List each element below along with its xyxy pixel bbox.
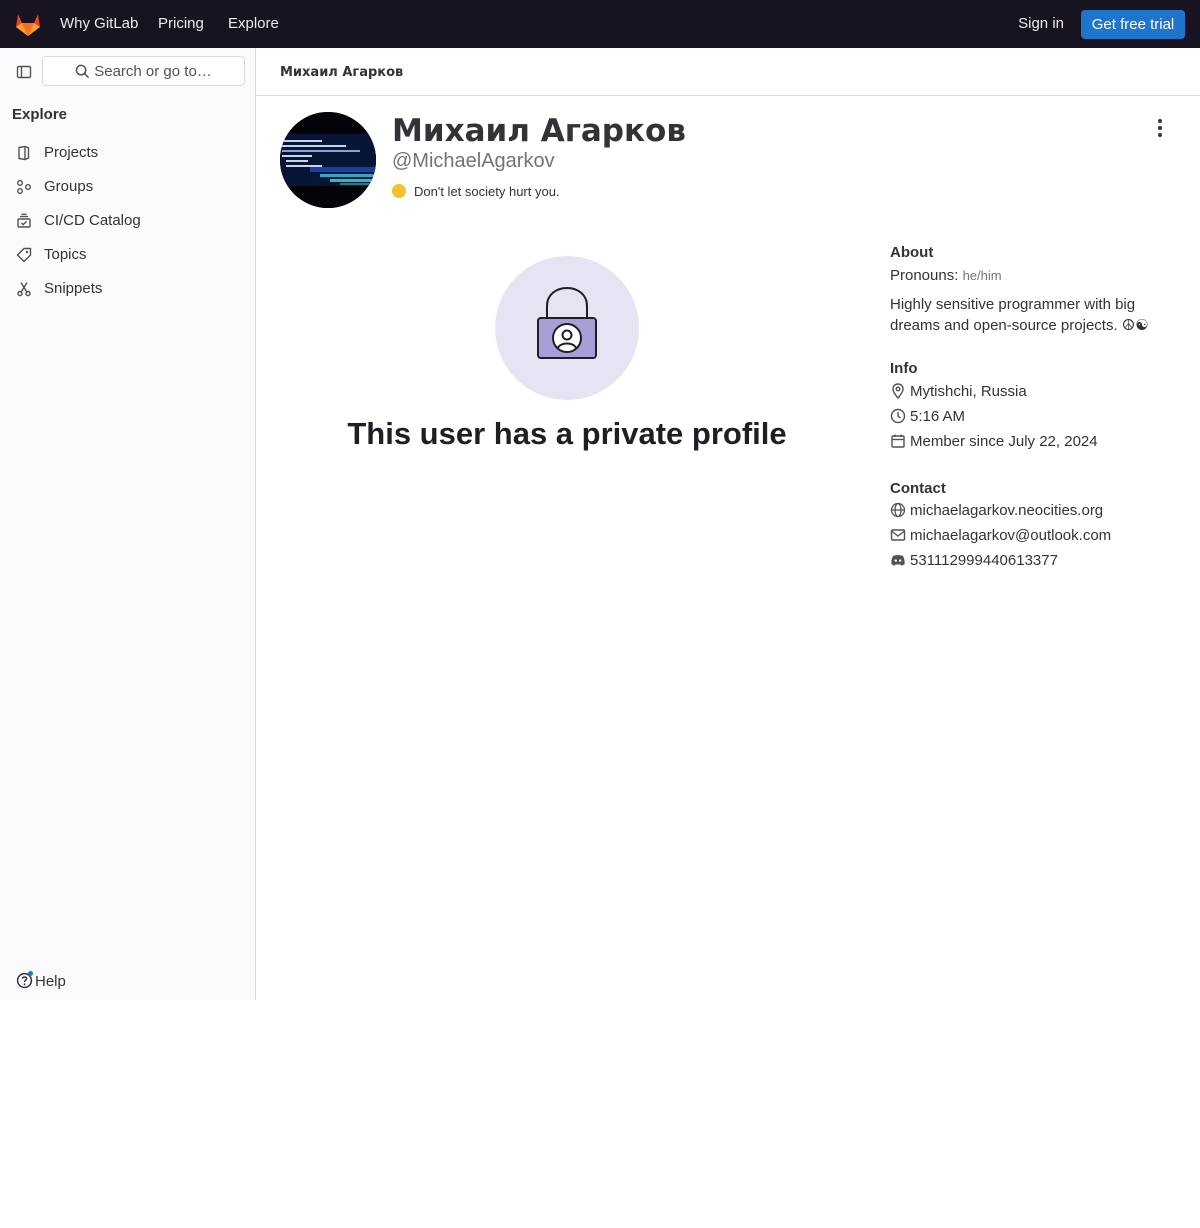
- search-button[interactable]: Search or go to…: [42, 56, 245, 86]
- nav-why-gitlab[interactable]: Why GitLab: [60, 15, 138, 33]
- member-since-text: Member since July 22, 2024: [910, 433, 1098, 450]
- sidebar-item-label: Snippets: [44, 280, 103, 297]
- pronouns-label: Pronouns:: [890, 267, 959, 284]
- discord-row[interactable]: 531112999440613377: [890, 551, 1058, 571]
- bio: Highly sensitive programmer with big dre…: [890, 296, 1149, 334]
- avatar-image: [280, 112, 376, 208]
- private-profile-message: This user has a private profile: [347, 416, 787, 451]
- profile-name: Михаил Агарков: [392, 113, 686, 149]
- info-heading: Info: [890, 360, 918, 377]
- sidebar: Search or go to… Explore Projects Groups…: [0, 48, 256, 1000]
- snippet-icon: [17, 282, 31, 297]
- get-free-trial-button[interactable]: Get free trial: [1081, 10, 1185, 39]
- calendar-icon: [891, 434, 905, 448]
- nav-pricing[interactable]: Pricing: [158, 15, 204, 33]
- catalog-icon: [17, 213, 31, 228]
- local-time-text: 5:16 AM: [910, 408, 966, 425]
- breadcrumb-bar: Михаил Агарков: [256, 48, 1200, 96]
- sidebar-item-label: Projects: [44, 144, 99, 161]
- avatar: [280, 112, 376, 208]
- location-icon: [892, 383, 904, 400]
- sidebar-section-title: Explore: [12, 106, 68, 123]
- about-heading: About: [890, 244, 934, 261]
- pronouns-row: Pronouns: he/him: [890, 266, 1002, 286]
- lock-icon: [537, 287, 597, 359]
- sidebar-item-label: CI/CD Catalog: [44, 212, 141, 229]
- top-navigation-bar: Why GitLab Pricing Explore Sign in Get f…: [0, 0, 1200, 48]
- hugging-face-emoji-icon: [392, 184, 406, 198]
- email-link[interactable]: michaelagarkov@outlook.com: [910, 527, 1111, 544]
- sidebar-item-label: Topics: [44, 246, 87, 263]
- local-time-row: 5:16 AM: [890, 407, 965, 427]
- user-status: Don't let society hurt you.: [392, 184, 560, 199]
- discord-icon: [891, 555, 905, 566]
- profile-username: @MichaelAgarkov: [392, 150, 555, 172]
- sidebar-toggle-icon[interactable]: [16, 64, 32, 80]
- about-section: About: [890, 244, 1170, 261]
- mail-icon: [890, 529, 906, 541]
- sidebar-item-label: Groups: [44, 178, 94, 195]
- info-section: Info: [890, 360, 1170, 377]
- private-profile-illustration: [495, 256, 639, 400]
- project-icon: [18, 145, 30, 161]
- location-row: Mytishchi, Russia: [890, 382, 1027, 402]
- group-icon: [17, 180, 31, 194]
- pronouns-value: he/him: [962, 268, 1002, 283]
- clock-icon: [890, 408, 906, 424]
- globe-icon: [890, 502, 906, 518]
- website-row[interactable]: michaelagarkov.neocities.org: [890, 501, 1103, 521]
- label-icon: [16, 247, 32, 263]
- gitlab-logo-icon[interactable]: [14, 11, 42, 37]
- nav-explore[interactable]: Explore: [228, 15, 279, 33]
- contact-section: Contact: [890, 480, 1170, 497]
- website-link[interactable]: michaelagarkov.neocities.org: [910, 502, 1103, 519]
- location-text: Mytishchi, Russia: [910, 383, 1027, 400]
- help-button[interactable]: Help: [16, 971, 66, 991]
- help-label: Help: [35, 973, 66, 990]
- more-actions-icon[interactable]: [1151, 118, 1169, 138]
- search-icon: [75, 64, 90, 79]
- status-text: Don't let society hurt you.: [414, 184, 560, 199]
- sign-in-link[interactable]: Sign in: [1018, 15, 1064, 33]
- breadcrumb[interactable]: Михаил Агарков: [280, 65, 403, 80]
- email-row[interactable]: michaelagarkov@outlook.com: [890, 526, 1111, 546]
- help-notification-dot: [28, 971, 33, 976]
- discord-id[interactable]: 531112999440613377: [910, 552, 1058, 569]
- search-placeholder: Search or go to…: [94, 63, 212, 80]
- contact-heading: Contact: [890, 480, 946, 497]
- member-since-row: Member since July 22, 2024: [890, 432, 1098, 452]
